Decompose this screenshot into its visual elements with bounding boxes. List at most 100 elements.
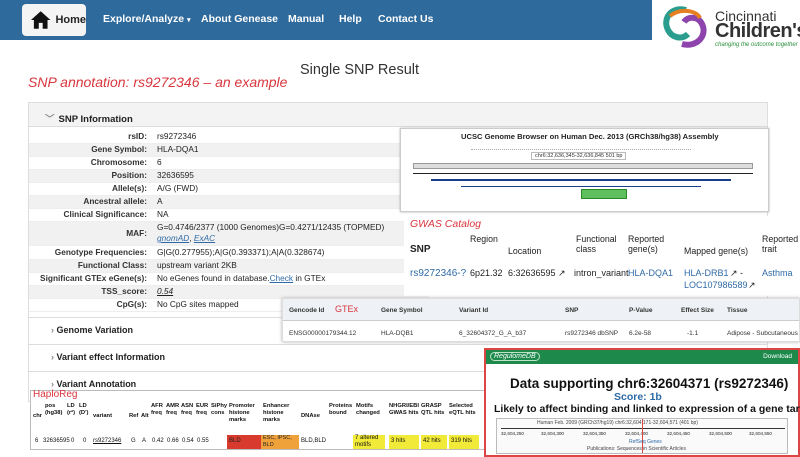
gwas-snp-link[interactable]: rs9272346-? — [410, 268, 466, 279]
gtex-snp-link[interactable]: rs9272346 dbSNP — [565, 330, 618, 337]
gwas-mapped-gene[interactable]: HLA-DRB1 — [684, 268, 729, 278]
logo-tagline: changing the outcome together — [715, 42, 798, 48]
hr-motifs-link[interactable]: 7 altered motifs — [353, 435, 385, 449]
snp-row: Position: 32636595 — [29, 170, 429, 183]
gwas-trait[interactable]: Asthma — [762, 268, 793, 278]
logo-line2: Children's — [715, 20, 800, 42]
ucsc-controls — [471, 143, 691, 150]
hr-header: SiPhy cons — [211, 403, 228, 416]
regulome-axis — [501, 428, 785, 429]
home-button[interactable]: Home — [22, 4, 86, 36]
ucsc-ruler — [413, 163, 753, 169]
snp-row: Chromosome: 6 — [29, 157, 429, 170]
regulomedb-panel: RegulomeDB Download Data supporting chr6… — [484, 348, 800, 457]
gwas-mapped-gene[interactable]: LOC107986589 — [684, 280, 748, 290]
regulome-score: Score: 1b — [614, 391, 662, 403]
hr-header: variant — [93, 413, 113, 419]
hr-header: ASN freq — [181, 403, 194, 416]
regulome-tick: 32,604,350 — [583, 431, 606, 436]
gtex-header-gene: Gene Symbol — [381, 307, 423, 314]
gtex-header-tissue: Tissue — [727, 307, 748, 314]
hr-variant-link[interactable]: rs9272346 — [93, 435, 121, 449]
gtex-effect: -1.1 — [687, 330, 699, 337]
hr-promoter-cell: BLD — [227, 435, 261, 449]
ucsc-highlight — [581, 189, 627, 199]
hr-grasp-link[interactable]: 42 hits — [421, 435, 447, 449]
gtex-pvalue: 6.2e-58 — [629, 330, 652, 337]
gtex-header-variant: Variant Id — [459, 307, 489, 314]
chevron-down-icon: ▾ — [187, 17, 191, 24]
regulome-logo: RegulomeDB — [490, 352, 540, 361]
nav-help[interactable]: Help — [339, 13, 362, 25]
gtex-gencode: ENSG00000179344.12 — [289, 330, 357, 337]
regulome-track-label: RefSeq Genes — [629, 439, 662, 445]
hr-cell: 6 — [35, 438, 39, 444]
regulome-genome-browser: Human Feb. 2009 (GRCh37/hg19) chr6:32,60… — [496, 418, 788, 454]
annotation-caption: SNP annotation: rs9272346 – an example — [28, 74, 288, 90]
hr-cell: BLD,BLD — [301, 438, 327, 444]
regulome-pubs: Publications: Sequences in Scientific Ar… — [587, 446, 686, 452]
ucsc-browser-screenshot: UCSC Genome Browser on Human Dec. 2013 (… — [400, 128, 769, 212]
hr-header: Motifs changed — [356, 403, 380, 416]
snp-row: Significant GTEx eGene(s): No eGenes foun… — [29, 273, 429, 286]
exac-link[interactable]: ExAC — [194, 233, 215, 243]
hr-header: EUR freq — [196, 403, 209, 416]
chevron-right-icon: › — [51, 325, 54, 335]
snp-info-header[interactable]: ﹀ SNP Information — [29, 103, 767, 127]
regulome-tick: 32,604,550 — [749, 431, 772, 436]
hr-header: Selected eQTL hits — [449, 403, 476, 416]
regulome-subheading: Likely to affect binding and linked to e… — [494, 403, 800, 415]
gtex-tissue-link[interactable]: Adipose - Subcutaneous — [727, 330, 798, 337]
hr-header: pos (hg38) — [45, 403, 63, 416]
nav-manual[interactable]: Manual — [288, 13, 324, 25]
nav-contact[interactable]: Contact Us — [378, 13, 433, 25]
regulome-tick: 32,604,500 — [709, 431, 732, 436]
hr-header: Alt — [141, 413, 149, 419]
logo-mark-icon — [663, 6, 707, 48]
gtex-check-link[interactable]: Check — [270, 273, 294, 283]
snp-row: Allele(s): A/G (FWD) — [29, 183, 429, 196]
gtex-header-gencode: Gencode Id — [289, 307, 325, 314]
nav-about[interactable]: About Genease — [201, 13, 278, 25]
hr-cell: 0.66 — [167, 438, 179, 444]
hr-gwas-link[interactable]: 3 hits — [389, 435, 419, 449]
gwas-header-snp: SNP — [410, 244, 431, 255]
hr-cell: A — [142, 438, 147, 444]
ucsc-track — [461, 186, 701, 187]
ucsc-title: UCSC Genome Browser on Human Dec. 2013 (… — [461, 132, 719, 141]
gwas-header-location: Location — [508, 246, 542, 256]
tss-score-link[interactable]: 0.54 — [157, 286, 173, 296]
gnomad-link[interactable]: gnomAD — [157, 233, 189, 243]
gwas-region: 6p21.32 — [470, 268, 503, 278]
hr-header: Promoter histone marks — [229, 403, 255, 423]
chevron-right-icon: › — [51, 352, 54, 362]
external-link-icon[interactable]: ↗ — [748, 280, 756, 291]
gtex-label: GTEx — [335, 304, 359, 314]
hr-header: AFR freq — [151, 403, 163, 416]
hr-header: AMR freq — [166, 403, 180, 416]
hr-header: Proteins bound — [329, 403, 353, 416]
hr-cell: 0 — [83, 438, 87, 444]
gtex-gene-link[interactable]: HLA-DQB1 — [381, 330, 414, 337]
hr-eqtl-link[interactable]: 319 hits — [449, 435, 479, 449]
external-link-icon[interactable]: ↗ - — [730, 268, 743, 279]
gwas-header-region: Region — [470, 234, 498, 244]
snp-row: rsID: rs9272346 — [29, 131, 429, 144]
gwas-reported-gene[interactable]: HLA-DQA1 — [628, 268, 673, 278]
nav-explore[interactable]: Explore/Analyze ▾ — [103, 13, 191, 25]
gene-symbol-link[interactable]: HLA-DQA1 — [157, 144, 199, 154]
snp-row: Clinical Significance: NA — [29, 209, 429, 222]
external-link-icon[interactable]: ↗ — [558, 268, 566, 279]
gwas-catalog-panel: GWAS Catalog SNP Region Location Functio… — [404, 216, 798, 296]
ucsc-coords: chr6:32,636,345-32,636,845 501 bp — [531, 152, 627, 160]
home-icon — [30, 11, 51, 29]
hr-header: NHGRI/EBI GWAS hits — [389, 403, 419, 416]
gtex-panel: Gencode Id GTEx Gene Symbol Variant Id S… — [282, 298, 800, 342]
chevron-down-icon: ﹀ — [45, 114, 55, 125]
download-link[interactable]: Download — [763, 353, 792, 360]
hr-header: DNAse — [301, 413, 321, 419]
gtex-variant-link[interactable]: 6_32604372_G_A_b37 — [459, 330, 526, 337]
snp-row: Genotype Frequencies: G|G(0.277955);A|G(0… — [29, 247, 429, 260]
gtex-header-snp: SNP — [565, 307, 579, 314]
page-title: Single SNP Result — [300, 62, 420, 78]
